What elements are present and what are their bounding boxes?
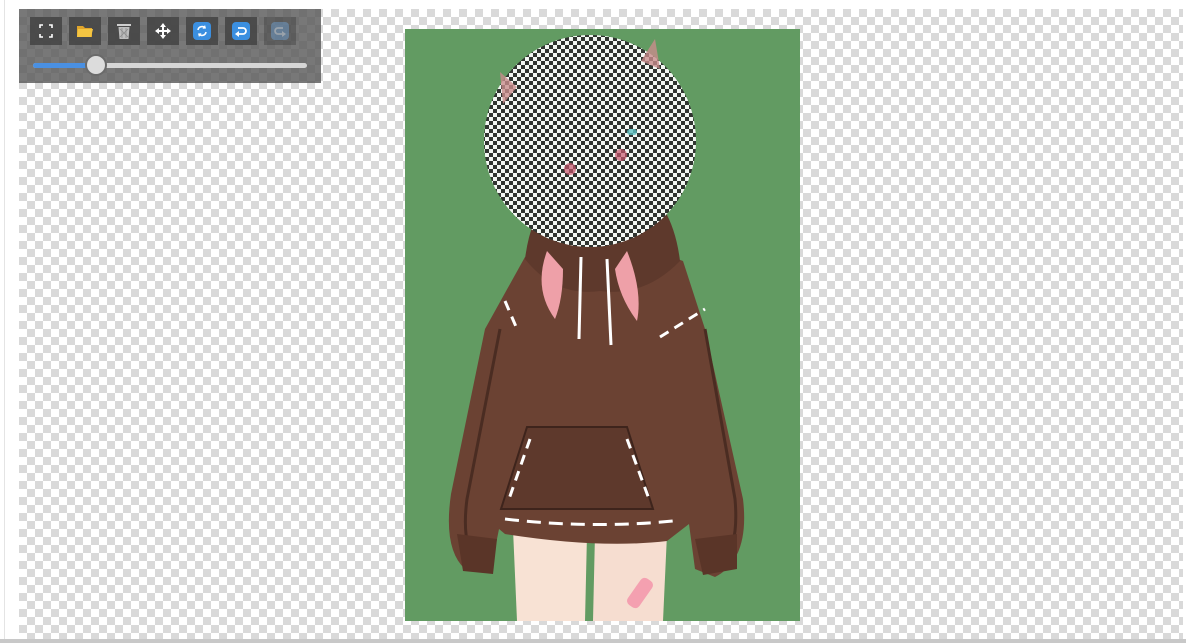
reset-button[interactable] <box>186 17 218 45</box>
clear-button[interactable] <box>108 17 140 45</box>
refresh-icon <box>193 22 211 40</box>
tool-button-row <box>30 17 296 45</box>
fullscreen-icon <box>39 24 53 38</box>
fullscreen-button[interactable] <box>30 17 62 45</box>
frame-border <box>4 0 5 643</box>
trash-icon <box>116 22 132 40</box>
bottom-divider <box>0 639 1186 643</box>
move-button[interactable] <box>147 17 179 45</box>
editor-frame <box>0 0 1186 643</box>
brush-size-slider[interactable] <box>33 54 307 76</box>
slider-thumb[interactable] <box>85 54 108 76</box>
undo-button[interactable] <box>225 17 257 45</box>
editor-toolbar <box>19 9 321 83</box>
open-image-button[interactable] <box>69 17 101 45</box>
redo-button[interactable] <box>264 17 296 45</box>
edited-image[interactable] <box>405 29 800 621</box>
undo-icon <box>232 22 250 40</box>
redo-icon <box>271 22 289 40</box>
folder-icon <box>76 23 94 39</box>
move-icon <box>155 23 171 39</box>
